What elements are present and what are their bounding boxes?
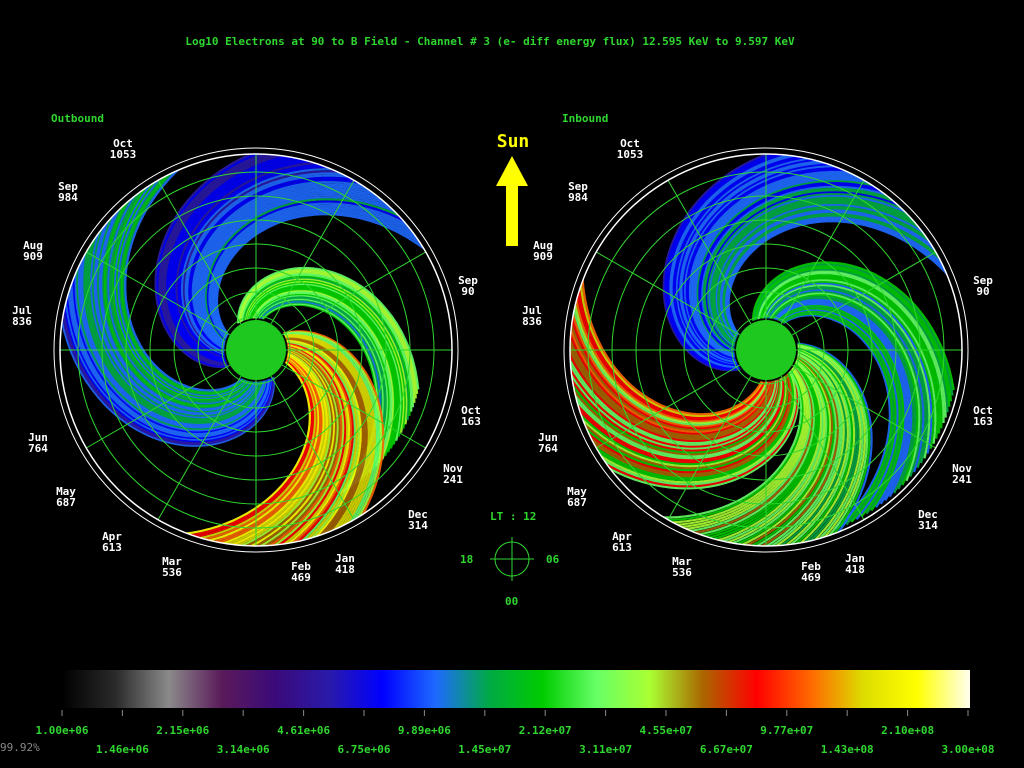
date-label-day: 984 [568, 191, 588, 204]
colorbar-tick-label: 6.67e+07 [700, 743, 753, 756]
date-label-day: 613 [612, 541, 632, 554]
date-label-day: 909 [23, 250, 43, 263]
colorbar-tick-label: 6.75e+06 [338, 743, 391, 756]
colorbar-gradient [62, 670, 970, 708]
date-label-day: 163 [973, 415, 993, 428]
date-label-day: 314 [918, 519, 938, 532]
date-label-day: 241 [952, 473, 972, 486]
colorbar-tick-label: 1.46e+06 [96, 743, 149, 756]
sun-label: Sun [497, 131, 530, 152]
date-label-day: 909 [533, 250, 553, 263]
colorbar-tick-label: 4.61e+06 [277, 724, 330, 737]
orbit-plot-figure: Log10 Electrons at 90 to B Field - Chann… [0, 35, 995, 756]
date-label-day: 418 [335, 563, 355, 576]
local-time-dial: LT : 12 18 06 00 [460, 510, 560, 608]
date-label-day: 687 [56, 496, 76, 509]
lt-dial-bottom: 00 [505, 595, 518, 608]
date-label-day: 536 [672, 566, 692, 579]
date-label-day: 687 [567, 496, 587, 509]
sun-arrow-icon [496, 156, 528, 246]
date-label-day: 1053 [110, 148, 137, 161]
inbound-panel: Oct1053Sep984Aug909Jul836Jun764May687Apr… [522, 137, 993, 584]
date-label-day: 90 [461, 285, 474, 298]
figure-title: Log10 Electrons at 90 to B Field - Chann… [185, 35, 795, 48]
date-label-day: 163 [461, 415, 481, 428]
colorbar-tick-label: 4.55e+07 [640, 724, 693, 737]
lt-dial-left: 18 [460, 553, 473, 566]
date-label-day: 469 [801, 571, 821, 584]
date-label-day: 536 [162, 566, 182, 579]
colorbar: 1.00e+06 1.46e+06 2.15e+06 3.14e+06 4.61e+06… [36, 670, 995, 756]
colorbar-tick-label: 2.10e+08 [881, 724, 934, 737]
colorbar-ticks: 1.00e+06 1.46e+06 2.15e+06 3.14e+06 4.61e+06… [36, 710, 995, 756]
outbound-label: Outbound [51, 112, 104, 125]
inbound-planet [736, 320, 796, 380]
date-label-day: 418 [845, 563, 865, 576]
colorbar-tick-label: 1.43e+08 [821, 743, 874, 756]
colorbar-tick-label: 1.45e+07 [458, 743, 511, 756]
date-label-day: 984 [58, 191, 78, 204]
colorbar-tick-label: 9.89e+06 [398, 724, 451, 737]
date-label-day: 613 [102, 541, 122, 554]
date-label-day: 241 [443, 473, 463, 486]
lt-dial-right: 06 [546, 553, 560, 566]
colorbar-tick-label: 3.14e+06 [217, 743, 270, 756]
inbound-label: Inbound [562, 112, 608, 125]
date-label-day: 314 [408, 519, 428, 532]
colorbar-tick-label: 3.00e+08 [942, 743, 995, 756]
outbound-planet [226, 320, 286, 380]
colorbar-tick-label: 2.15e+06 [156, 724, 209, 737]
sun-indicator: Sun [496, 131, 529, 246]
colorbar-tick-label: 1.00e+06 [36, 724, 89, 737]
colorbar-tick-label: 3.11e+07 [579, 743, 632, 756]
outbound-panel: Oct1053Sep984Aug909Jul836Jun764May687Apr… [12, 137, 481, 584]
date-label-day: 764 [28, 442, 48, 455]
date-label-day: 836 [12, 315, 32, 328]
lt-label: LT : 12 [490, 510, 536, 523]
date-label-day: 1053 [617, 148, 644, 161]
date-label-day: 836 [522, 315, 542, 328]
corner-percentage: 99.92% [0, 741, 40, 754]
date-label-day: 90 [976, 285, 989, 298]
date-label-day: 764 [538, 442, 558, 455]
date-label-day: 469 [291, 571, 311, 584]
colorbar-tick-label: 9.77e+07 [760, 724, 813, 737]
colorbar-tick-label: 2.12e+07 [519, 724, 572, 737]
